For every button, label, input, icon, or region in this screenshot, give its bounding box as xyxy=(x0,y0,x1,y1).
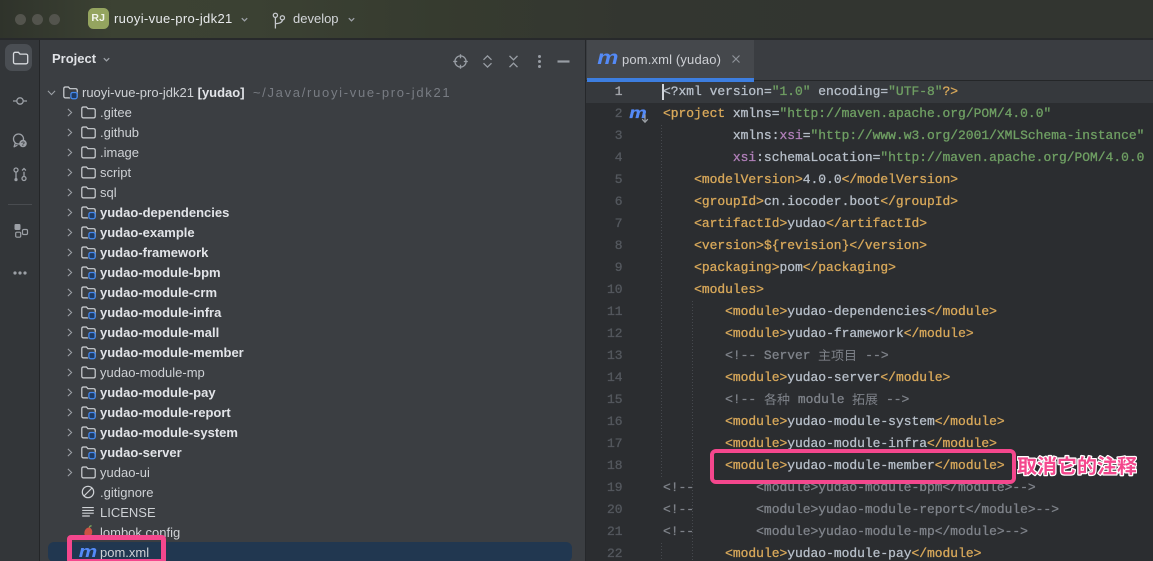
svg-text:?: ? xyxy=(21,141,25,148)
